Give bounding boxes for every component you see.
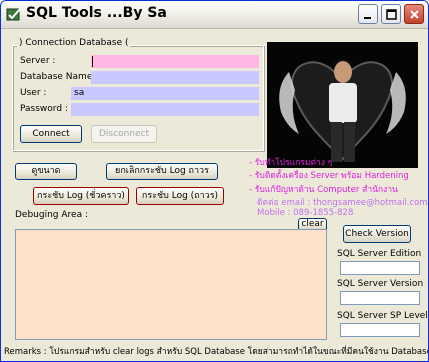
user-field[interactable]: sa: [71, 87, 259, 100]
connection-group-caption: ) Connection Database (: [17, 38, 131, 48]
remarks-text: Remarks : โปรแกรมสำหรับ clear logs สำหรั…: [4, 347, 429, 357]
debug-textarea[interactable]: [15, 229, 327, 340]
promo-line-3: - รับแก้ปัญหาด้าน Computer สำนักงาน: [249, 185, 398, 195]
maximize-button[interactable]: [381, 4, 401, 24]
app-icon: [6, 8, 21, 21]
edition-label: SQL Server Edition: [337, 249, 422, 259]
text-caret: [92, 56, 93, 67]
promo-line-2: - รับติดตั้งเครื่อง Server พร้อม Hardeni…: [249, 171, 409, 181]
promo-mobile: Mobile : 089-1855-828: [257, 208, 354, 218]
password-label: Password :: [20, 104, 68, 114]
maximize-icon: [386, 9, 397, 20]
minimize-button[interactable]: [358, 4, 378, 24]
app-window: SQL Tools ...By Sa ) Connection Database…: [0, 0, 429, 362]
database-label: Database Name :: [20, 72, 99, 82]
close-button[interactable]: [404, 4, 424, 24]
promo-email: ติดต่อ email : thongsamee@hotmail.com: [257, 198, 428, 208]
edition-value: [340, 261, 420, 275]
password-field[interactable]: [71, 103, 259, 116]
shrink-log-temp-button[interactable]: กระชับ Log (ชั่วคราว): [33, 187, 129, 205]
user-label: User :: [20, 88, 47, 98]
view-size-button[interactable]: ดูขนาด: [15, 163, 77, 180]
debug-label: Debuging Area :: [15, 210, 88, 220]
profile-photo: [267, 42, 418, 168]
cancel-log-button[interactable]: ยกเลิกกระชับ Log ถาวร: [106, 163, 218, 180]
version-label: SQL Server Version: [337, 279, 424, 289]
server-field[interactable]: [91, 55, 259, 68]
version-value: [340, 291, 420, 305]
promo-line-1: - รับทำโปรแกรมต่าง ๆ: [249, 158, 333, 168]
connect-button[interactable]: Connect: [20, 125, 82, 143]
database-field[interactable]: [91, 71, 259, 84]
disconnect-button[interactable]: Disconnect: [91, 125, 157, 143]
minimize-icon: [364, 17, 371, 19]
check-version-button[interactable]: Check Version: [343, 225, 411, 243]
user-value: sa: [74, 88, 85, 98]
close-icon: [410, 10, 419, 19]
window-title: SQL Tools ...By Sa: [26, 5, 167, 21]
sp-level-value: [340, 323, 420, 337]
title-bar[interactable]: SQL Tools ...By Sa: [1, 1, 428, 29]
sp-level-label: SQL Server SP Level: [337, 311, 428, 321]
server-label: Server :: [20, 56, 56, 66]
shrink-log-perm-button[interactable]: กระชับ Log (ถาวร): [136, 187, 224, 205]
